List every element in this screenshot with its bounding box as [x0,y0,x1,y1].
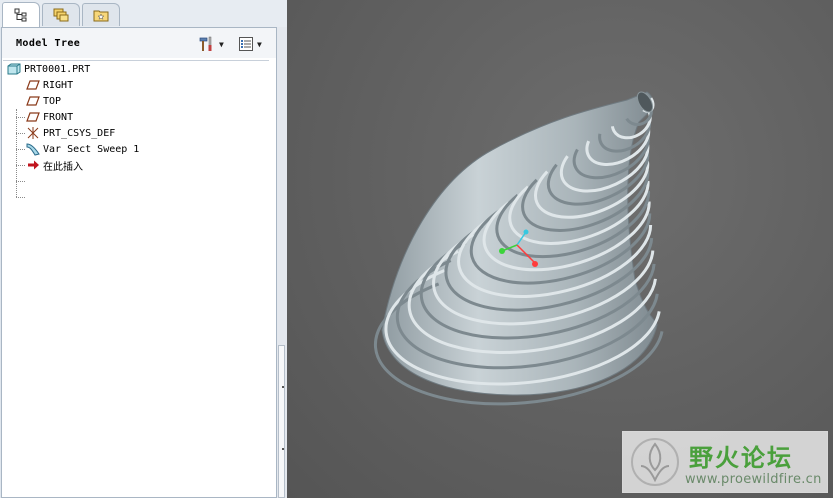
tree-item-sweep[interactable]: Var Sect Sweep 1 [25,141,139,157]
tree-connector [16,133,25,134]
tree-settings-button[interactable]: ▼ [198,35,224,53]
model-tree-panel: Model Tree ▼ ▼ PRT0001.PRT RIGHT TOP FRO… [1,27,277,498]
sweep-model [373,91,665,406]
scrollbar-thumb[interactable] [278,345,285,498]
part-icon [6,62,22,76]
tree-item-label: TOP [43,95,62,107]
tree-item-label: Var Sect Sweep 1 [43,143,140,155]
tab-layers[interactable] [42,3,80,26]
tree-item-label: PRT_CSYS_DEF [43,127,116,139]
tree-item-right[interactable]: RIGHT [25,77,73,93]
tree-item-label: FRONT [43,111,74,123]
chevron-down-icon: ▼ [219,39,224,49]
tree-item-label: PRT0001.PRT [24,63,91,75]
model-tree-icon [14,8,27,22]
navigator-panel: Model Tree ▼ ▼ PRT0001.PRT RIGHT TOP FRO… [0,0,287,498]
tree-item-part[interactable]: PRT0001.PRT [6,61,90,77]
tree-connector [16,181,25,182]
navigator-tab-strip [0,0,287,27]
forum-watermark: 野火论坛 www.proewildfire.cn [622,431,828,493]
layers-icon [53,8,69,22]
datum-plane-icon [25,78,41,92]
tree-item-front[interactable]: FRONT [25,109,73,125]
tree-item-label: RIGHT [43,79,74,91]
tree-show-button[interactable]: ▼ [238,35,262,53]
chevron-down-icon: ▼ [257,39,262,49]
csys-icon [25,126,41,140]
tree-connector [16,165,25,166]
watermark-title: 野火论坛 [689,444,793,472]
list-icon [239,37,253,51]
folder-star-icon [93,10,109,22]
tools-icon [199,36,212,51]
tab-model-tree[interactable] [2,2,40,27]
model-tree-title: Model Tree [16,38,81,49]
tree-connector [16,149,25,150]
watermark-url: www.proewildfire.cn [685,472,822,487]
tree-item-top[interactable]: TOP [25,93,61,109]
flame-logo-icon [631,438,679,486]
tree-connector [16,109,17,197]
model-tree-body: PRT0001.PRT RIGHT TOP FRONT PRT_CSYS_DEF… [3,60,269,497]
graphics-window[interactable]: 野火论坛 www.proewildfire.cn [287,0,833,498]
datum-plane-icon [25,110,41,124]
tree-connector [16,197,25,198]
tab-favorites[interactable] [82,3,120,26]
tree-item-label: 在此插入 [43,161,83,173]
tree-item-csys[interactable]: PRT_CSYS_DEF [25,125,115,141]
datum-plane-icon [25,94,41,108]
sweep-body [381,91,658,396]
tree-connector [16,117,25,118]
tree-item-insert-here[interactable]: 在此插入 [25,157,83,173]
sash-grip[interactable] [282,448,284,450]
sweep-icon [25,142,41,156]
insert-arrow-icon [25,158,41,172]
model-tree-header: Model Tree ▼ ▼ [2,28,276,58]
sash-grip[interactable] [282,386,284,388]
